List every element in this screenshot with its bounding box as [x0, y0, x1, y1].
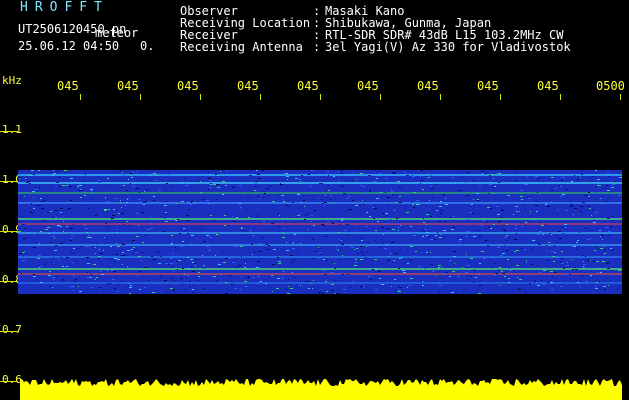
spectrogram [18, 170, 622, 294]
freq-label: 1.1 [2, 123, 22, 136]
time-label: 045 [177, 79, 199, 93]
freq-tick [0, 131, 18, 132]
time-tick [380, 94, 381, 100]
time-label: 045 [537, 79, 559, 93]
time-label: 045 [117, 79, 139, 93]
header: HROFFT UT2506120450.pn meteor 25.06.12 0… [0, 0, 629, 72]
app-title: HROFFT [20, 0, 109, 15]
meteor-label: meteor [95, 26, 139, 40]
time-label: 045 [57, 79, 79, 93]
time-tick [440, 94, 441, 100]
time-tick [80, 94, 81, 100]
signal-level-meter [20, 379, 622, 400]
time-label: 045 [237, 79, 259, 93]
time-label: 045 [477, 79, 499, 93]
time-tick [560, 94, 561, 100]
meteor-count: 0. [140, 39, 155, 53]
time-tick [200, 94, 201, 100]
antenna-colon: : [313, 40, 321, 54]
freq-tick [0, 281, 18, 282]
time-tick [320, 94, 321, 100]
unit-label: kHz [2, 74, 22, 87]
antenna-value: 3el Yagi(V) Az 330 for Vladivostok [325, 40, 571, 54]
freq-label: 0.7 [2, 323, 22, 336]
time-tick [140, 94, 141, 100]
time-tick [500, 94, 501, 100]
datetime: 25.06.12 04:50 [18, 39, 120, 53]
time-label: 045 [357, 79, 379, 93]
freq-tick [0, 331, 18, 332]
time-label: 0500 [596, 79, 625, 93]
time-tick [260, 94, 261, 100]
freq-tick [0, 181, 18, 182]
time-label: 045 [417, 79, 439, 93]
freq-label: 0.6 [2, 373, 22, 386]
time-tick [620, 94, 621, 100]
time-label: 045 [297, 79, 319, 93]
freq-tick [0, 231, 18, 232]
freq-tick [0, 381, 18, 382]
antenna-label: Receiving Antenna [180, 40, 303, 54]
